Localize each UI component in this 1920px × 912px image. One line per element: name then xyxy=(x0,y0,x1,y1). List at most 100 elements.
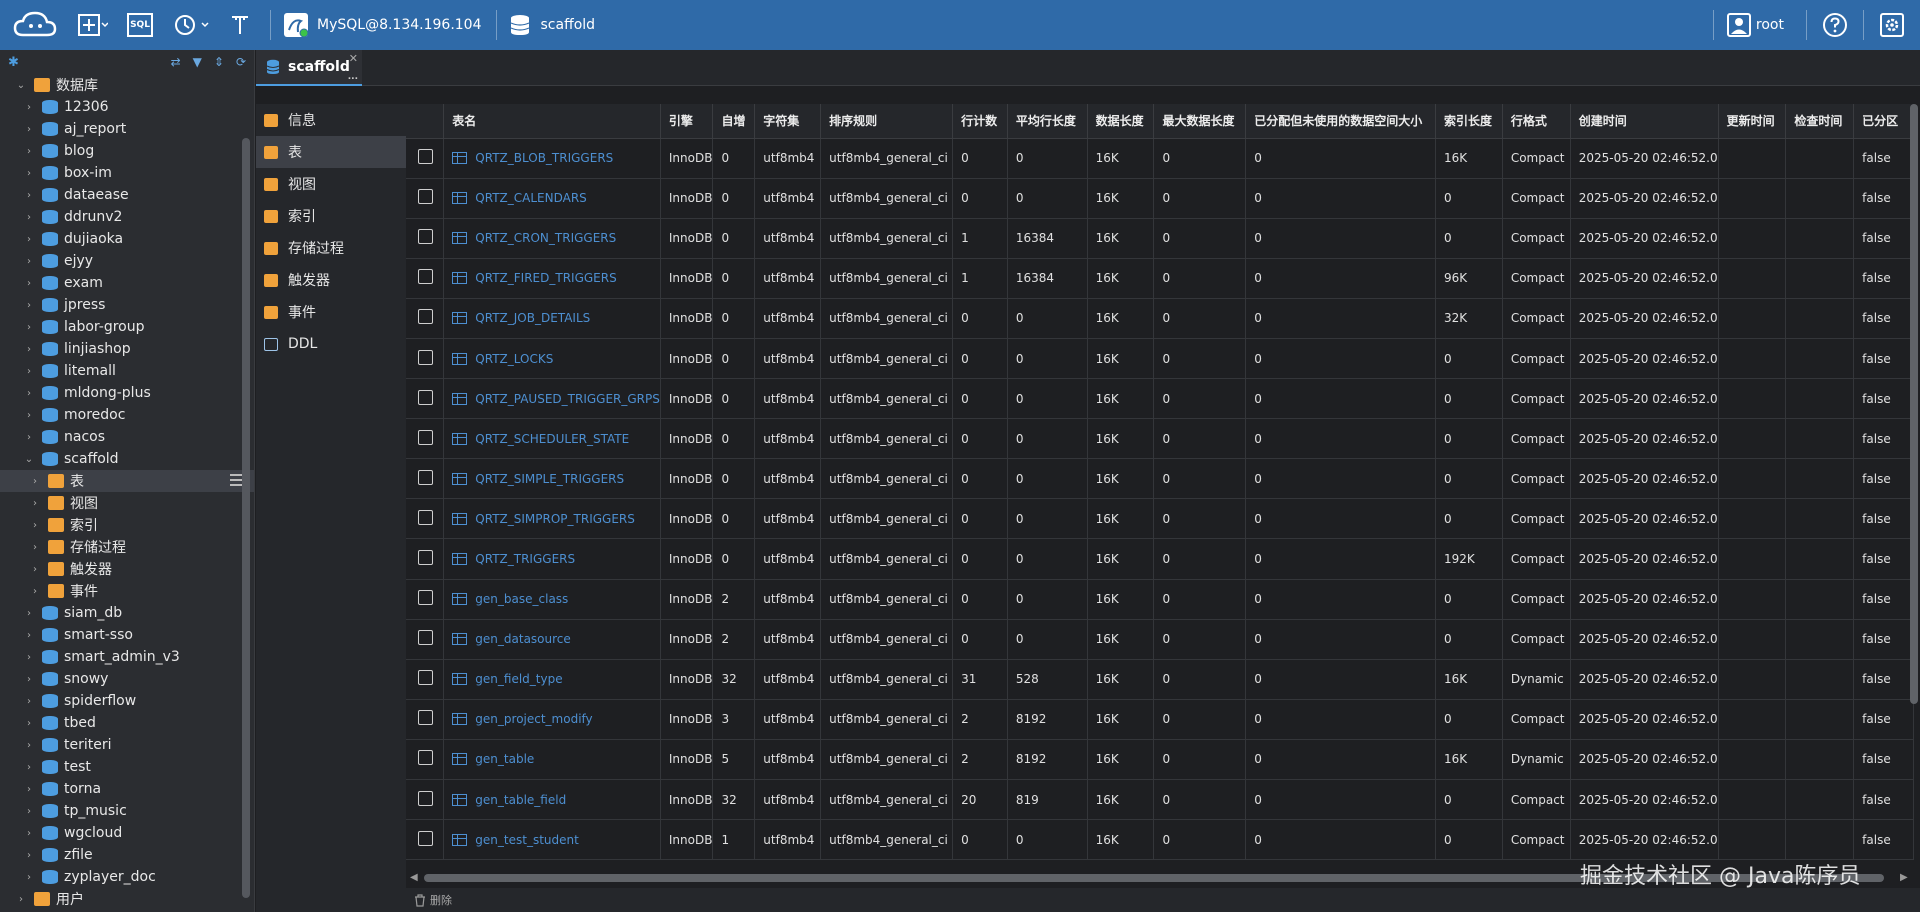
row-checkbox[interactable] xyxy=(418,590,433,606)
row-checkbox[interactable] xyxy=(418,670,433,686)
row-checkbox[interactable] xyxy=(418,269,433,285)
objnav-item-7[interactable]: DDL xyxy=(256,328,406,360)
settings-button[interactable] xyxy=(1872,0,1912,50)
table-name-label[interactable]: gen_table_field xyxy=(475,793,566,807)
tree-db-mldong-plus[interactable]: › mldong-plus xyxy=(0,382,254,404)
scroll-right-icon[interactable]: ▶ xyxy=(1900,872,1908,883)
table-name-label[interactable]: QRTZ_LOCKS xyxy=(475,352,553,366)
tree-db-snowy[interactable]: › snowy xyxy=(0,668,254,690)
tree-db-test[interactable]: › test xyxy=(0,756,254,778)
tree-db-ddrunv2[interactable]: › ddrunv2 xyxy=(0,206,254,228)
row-checkbox[interactable] xyxy=(418,389,433,405)
row-checkbox[interactable] xyxy=(418,630,433,646)
chevron-right-icon[interactable]: › xyxy=(22,806,36,817)
chevron-right-icon[interactable]: › xyxy=(22,278,36,289)
table-row[interactable]: QRTZ_SIMPLE_TRIGGERS InnoDB 0 utf8mb4 utf8mb… xyxy=(406,458,1914,500)
chevron-down-icon[interactable]: ⌄ xyxy=(22,454,36,465)
tree-db-nacos[interactable]: › nacos xyxy=(0,426,254,448)
chevron-right-icon[interactable]: › xyxy=(22,146,36,157)
tree-db-zyplayer_doc[interactable]: › zyplayer_doc xyxy=(0,866,254,888)
objnav-item-1[interactable]: 表 xyxy=(256,136,406,168)
tree-db-exam[interactable]: › exam xyxy=(0,272,254,294)
chevron-right-icon[interactable]: › xyxy=(22,212,36,223)
row-checkbox[interactable] xyxy=(418,349,433,365)
table-row[interactable]: QRTZ_JOB_DETAILS InnoDB 0 utf8mb4 utf8mb4_ge… xyxy=(406,298,1914,339)
tree-db-tbed[interactable]: › tbed xyxy=(0,712,254,734)
table-row[interactable]: QRTZ_SCHEDULER_STATE InnoDB 0 utf8mb4 utf8mb… xyxy=(406,418,1914,460)
tree-db-zfile[interactable]: › zfile xyxy=(0,844,254,866)
chevron-right-icon[interactable]: › xyxy=(22,366,36,377)
tree-db-tp_music[interactable]: › tp_music xyxy=(0,800,254,822)
column-header[interactable]: 表名 xyxy=(443,104,661,139)
sql-editor-button[interactable]: SQL xyxy=(116,0,164,50)
objnav-item-3[interactable]: 索引 xyxy=(256,200,406,232)
column-header[interactable]: 数据长度 xyxy=(1087,104,1155,139)
chevron-right-icon[interactable]: › xyxy=(28,476,42,487)
tree-db-jpress[interactable]: › jpress xyxy=(0,294,254,316)
table-row[interactable]: gen_test_student InnoDB 1 utf8mb4 utf8mb4_ge… xyxy=(406,819,1914,861)
table-name-label[interactable]: QRTZ_FIRED_TRIGGERS xyxy=(475,271,616,285)
table-row[interactable]: QRTZ_LOCKS InnoDB 0 utf8mb4 utf8mb4_general_… xyxy=(406,338,1914,380)
tree-scaffold-child-4[interactable]: › 触发器 xyxy=(0,558,254,580)
table-name-cell[interactable]: gen_table_field xyxy=(443,779,661,821)
tree-db-moredoc[interactable]: › moredoc xyxy=(0,404,254,426)
table-name-label[interactable]: gen_test_student xyxy=(475,833,579,847)
new-query-button[interactable] xyxy=(70,0,116,50)
tree-scaffold-child-5[interactable]: › 事件 xyxy=(0,580,254,602)
table-row[interactable]: QRTZ_PAUSED_TRIGGER_GRPS InnoDB 0 utf8mb4 ut… xyxy=(406,378,1914,420)
table-name-cell[interactable]: gen_table xyxy=(443,739,661,781)
database-label[interactable]: scaffold xyxy=(541,17,596,33)
user-label[interactable]: root xyxy=(1756,17,1784,33)
column-header[interactable]: 引擎 xyxy=(660,104,714,139)
table-vertical-scrollbar[interactable] xyxy=(1910,104,1918,704)
tree-db-ejyy[interactable]: › ejyy xyxy=(0,250,254,272)
chevron-right-icon[interactable]: › xyxy=(22,234,36,245)
table-name-cell[interactable]: gen_datasource xyxy=(443,619,661,660)
chevron-right-icon[interactable]: › xyxy=(22,168,36,179)
table-name-cell[interactable]: QRTZ_SIMPROP_TRIGGERS xyxy=(443,498,661,540)
table-name-label[interactable]: gen_base_class xyxy=(475,592,568,606)
table-name-label[interactable]: gen_project_modify xyxy=(475,712,592,726)
chevron-right-icon[interactable]: › xyxy=(28,498,42,509)
close-tab-icon[interactable]: ✕ xyxy=(349,52,358,65)
table-row[interactable]: gen_table_field InnoDB 32 utf8mb4 utf8mb4_ge… xyxy=(406,779,1914,821)
table-name-cell[interactable]: gen_project_modify xyxy=(443,699,661,740)
table-name-cell[interactable]: gen_base_class xyxy=(443,579,661,620)
connection-label[interactable]: MySQL@8.134.196.104 xyxy=(317,17,482,33)
table-name-label[interactable]: gen_datasource xyxy=(475,632,570,646)
table-name-cell[interactable]: QRTZ_CALENDARS xyxy=(443,178,661,219)
column-header[interactable]: 创建时间 xyxy=(1570,104,1719,139)
tree-db-smart-sso[interactable]: › smart-sso xyxy=(0,624,254,646)
chevron-right-icon[interactable]: › xyxy=(22,410,36,421)
chevron-right-icon[interactable]: › xyxy=(28,586,42,597)
table-row[interactable]: gen_datasource InnoDB 2 utf8mb4 utf8mb4_gene… xyxy=(406,619,1914,660)
tree-db-wgcloud[interactable]: › wgcloud xyxy=(0,822,254,844)
table-name-label[interactable]: QRTZ_CALENDARS xyxy=(475,191,587,205)
table-name-cell[interactable]: QRTZ_LOCKS xyxy=(443,338,661,380)
table-name-cell[interactable]: gen_test_student xyxy=(443,819,661,861)
tree-root-users[interactable]: › 用户 xyxy=(0,888,254,910)
column-header[interactable]: 字符集 xyxy=(754,104,822,139)
table-name-cell[interactable]: QRTZ_FIRED_TRIGGERS xyxy=(443,258,661,299)
row-checkbox[interactable] xyxy=(418,189,433,205)
search-icon[interactable]: ⟳ xyxy=(236,55,246,69)
column-header[interactable]: 平均行长度 xyxy=(1007,104,1088,139)
column-header[interactable]: 自增 xyxy=(712,104,756,139)
table-name-label[interactable]: gen_table xyxy=(475,752,534,766)
tree-db-litemall[interactable]: › litemall xyxy=(0,360,254,382)
table-name-cell[interactable]: QRTZ_BLOB_TRIGGERS xyxy=(443,138,661,179)
table-row[interactable]: QRTZ_CALENDARS InnoDB 0 utf8mb4 utf8mb4_gene… xyxy=(406,178,1914,219)
table-row[interactable]: QRTZ_FIRED_TRIGGERS InnoDB 0 utf8mb4 utf8mb4… xyxy=(406,258,1914,299)
table-row[interactable]: gen_project_modify InnoDB 3 utf8mb4 utf8mb4_… xyxy=(406,699,1914,740)
tree-db-12306[interactable]: › 12306 xyxy=(0,96,254,118)
column-header[interactable]: 最大数据长度 xyxy=(1153,104,1247,139)
table-row[interactable]: gen_base_class InnoDB 2 utf8mb4 utf8mb4_gene… xyxy=(406,579,1914,620)
table-name-cell[interactable]: QRTZ_SCHEDULER_STATE xyxy=(443,418,661,460)
chevron-right-icon[interactable]: › xyxy=(28,520,42,531)
tree-db-blog[interactable]: › blog xyxy=(0,140,254,162)
tree-scaffold-child-3[interactable]: › 存储过程 xyxy=(0,536,254,558)
row-checkbox[interactable] xyxy=(418,830,433,846)
chevron-right-icon[interactable]: › xyxy=(22,388,36,399)
column-header[interactable]: 排序规则 xyxy=(820,104,954,139)
row-checkbox[interactable] xyxy=(418,149,433,165)
